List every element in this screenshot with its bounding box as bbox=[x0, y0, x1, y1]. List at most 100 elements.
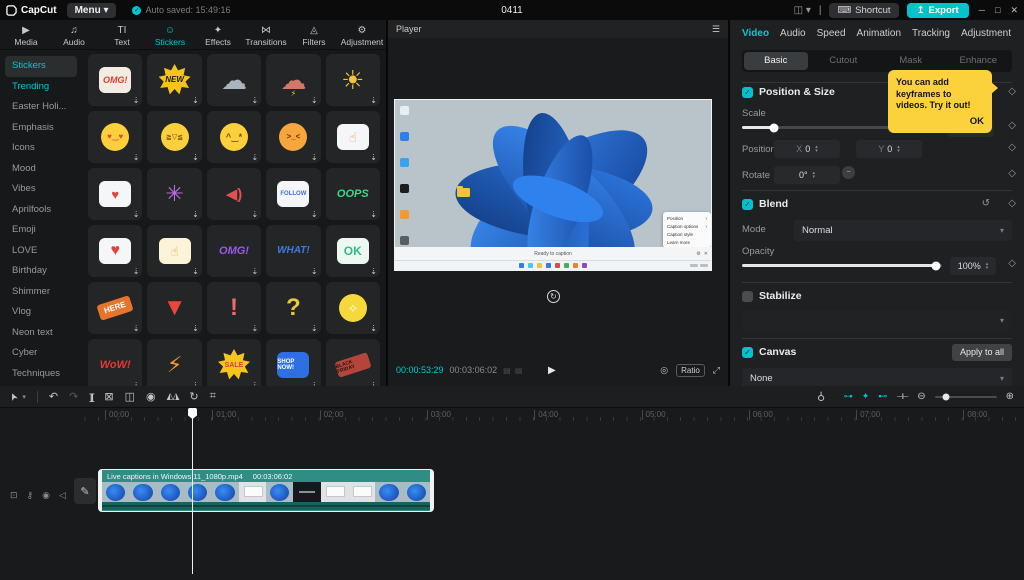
subtab-enhance[interactable]: Enhance bbox=[947, 52, 1011, 70]
inspector-tab-video[interactable]: Video bbox=[742, 28, 769, 39]
sticker-wow-text[interactable]: WoW!⇣ bbox=[88, 339, 142, 386]
cursor-dropdown-icon[interactable]: ▾ bbox=[22, 393, 26, 401]
sticker-megaphone[interactable]: ◀)⇣ bbox=[207, 168, 261, 220]
sticker-exclamation-mark[interactable]: !⇣ bbox=[207, 282, 261, 334]
download-icon[interactable]: ⇣ bbox=[251, 267, 258, 276]
sidebar-item-vibes[interactable]: Vibes bbox=[0, 179, 82, 200]
tab-stickers[interactable]: ☺Stickers bbox=[148, 23, 192, 49]
sticker-light-bulb[interactable]: ✧⇣ bbox=[326, 282, 380, 334]
sidebar-item-neon-text[interactable]: Neon text bbox=[0, 323, 82, 344]
sticker-omg-egg[interactable]: OMG!⇣ bbox=[88, 54, 142, 106]
download-icon[interactable]: ⇣ bbox=[192, 324, 199, 333]
select-cursor-icon[interactable]: ➤ bbox=[7, 390, 21, 402]
sticker-storm-cloud[interactable]: ☁⚡⇣ bbox=[266, 54, 320, 106]
blend-keyframe-icon[interactable]: ◇ bbox=[1008, 198, 1016, 209]
download-icon[interactable]: ⇣ bbox=[192, 210, 199, 219]
stabilize-dropdown[interactable]: ▾ bbox=[742, 310, 1012, 331]
opacity-keyframe-icon[interactable]: ◇ bbox=[1008, 258, 1016, 269]
download-icon[interactable]: ⇣ bbox=[251, 324, 258, 333]
sticker-omg-comic-text[interactable]: OMG!⇣ bbox=[207, 225, 261, 277]
sidebar-item-icons[interactable]: Icons bbox=[0, 138, 82, 159]
fit-zoom-icon[interactable]: ◎ bbox=[660, 365, 668, 376]
sticker-follow-window[interactable]: FOLLOW⇣ bbox=[266, 168, 320, 220]
keyframe-diamond-icon[interactable]: ◇ bbox=[1008, 86, 1016, 97]
sticker-question-mark[interactable]: ?⇣ bbox=[266, 282, 320, 334]
sidebar-item-mood[interactable]: Mood bbox=[0, 159, 82, 180]
position-size-checkbox[interactable]: ✓ bbox=[742, 87, 753, 98]
sticker-black-friday-tag[interactable]: BLACK FRIDAY⇣ bbox=[326, 339, 380, 386]
inspector-tab-tracking[interactable]: Tracking bbox=[912, 28, 950, 39]
layout-icon[interactable]: ◫ ▾ bbox=[794, 5, 811, 16]
download-icon[interactable]: ⇣ bbox=[133, 96, 140, 105]
link-clips-icon[interactable]: ⊷ bbox=[878, 391, 887, 402]
sticker-here-arrow[interactable]: HERE⇣ bbox=[88, 282, 142, 334]
stabilize-checkbox[interactable]: ✓ bbox=[742, 291, 753, 302]
download-icon[interactable]: ⇣ bbox=[251, 96, 258, 105]
sticker-tongue-out-emoji[interactable]: ^‿*⇣ bbox=[207, 111, 261, 163]
subtab-mask[interactable]: Mask bbox=[879, 52, 943, 70]
crop-icon[interactable]: ⌗ bbox=[210, 390, 216, 403]
download-icon[interactable]: ⇣ bbox=[370, 267, 377, 276]
tooltip-ok-button[interactable]: OK bbox=[896, 116, 984, 128]
zoom-in-icon[interactable]: ⊕ bbox=[1006, 391, 1014, 402]
tab-adjustment[interactable]: ⚙Adjustment bbox=[340, 23, 384, 49]
sticker-what-comic-text[interactable]: WHAT!⇣ bbox=[266, 225, 320, 277]
tab-media[interactable]: ▶Media bbox=[4, 23, 48, 49]
video-preview[interactable]: Position›Caption options›Caption styleLe… bbox=[394, 99, 712, 271]
sidebar-item-aprilfools[interactable]: Aprilfools bbox=[0, 200, 82, 221]
undo-icon[interactable]: ↶ bbox=[49, 390, 58, 403]
rotate-handle-icon[interactable]: ↻ bbox=[547, 290, 560, 303]
playhead[interactable] bbox=[192, 408, 193, 574]
blend-checkbox[interactable]: ✓ bbox=[742, 199, 753, 210]
rotate-keyframe-icon[interactable]: ◇ bbox=[1008, 168, 1016, 179]
tab-filters[interactable]: ◬Filters bbox=[292, 23, 336, 49]
hide-track-icon[interactable]: ◉ bbox=[42, 490, 50, 501]
player-menu-icon[interactable]: ☰ bbox=[712, 24, 720, 35]
download-icon[interactable]: ⇣ bbox=[311, 96, 318, 105]
sidebar-item-emphasis[interactable]: Emphasis bbox=[0, 118, 82, 139]
menu-button[interactable]: Menu ▾ bbox=[67, 3, 117, 18]
sidebar-item-vlog[interactable]: Vlog bbox=[0, 302, 82, 323]
mirror-icon[interactable]: ◭◮ bbox=[167, 391, 179, 402]
tab-text[interactable]: TIText bbox=[100, 23, 144, 49]
sidebar-item-birthday[interactable]: Birthday bbox=[0, 261, 82, 282]
adjust-layout-icon[interactable]: ⊣⊢ bbox=[896, 392, 908, 401]
opacity-slider[interactable] bbox=[742, 264, 942, 267]
blend-mode-dropdown[interactable]: Normal ▾ bbox=[794, 220, 1012, 241]
sticker-oops-text[interactable]: OOPS⇣ bbox=[326, 168, 380, 220]
main-track-toggle-icon[interactable]: ⊡ bbox=[10, 490, 18, 501]
sticker-heart-eyes-emoji[interactable]: ♥‿♥⇣ bbox=[88, 111, 142, 163]
duplicate-icon[interactable]: ◫ bbox=[125, 390, 135, 403]
split-icon[interactable]: ][ bbox=[89, 392, 93, 402]
blend-reset-icon[interactable]: ↺ bbox=[982, 198, 990, 209]
mute-track-icon[interactable]: ◁ bbox=[59, 490, 66, 501]
close-button[interactable]: ✕ bbox=[1010, 5, 1018, 16]
sticker-rain-cloud[interactable]: ☁⇣ bbox=[207, 54, 261, 106]
maximize-button[interactable]: □ bbox=[995, 5, 1000, 15]
frame-view-icons[interactable]: ▤ ▤ bbox=[503, 366, 523, 375]
inspector-tab-speed[interactable]: Speed bbox=[817, 28, 846, 39]
sticker-down-arrow[interactable]: ▼⇣ bbox=[147, 282, 201, 334]
video-clip[interactable]: Live captions in Windows 11_1080p.mp4 00… bbox=[98, 469, 434, 512]
rotate-dial-icon[interactable]: − bbox=[842, 166, 855, 179]
download-icon[interactable]: ⇣ bbox=[370, 210, 377, 219]
inspector-tab-animation[interactable]: Animation bbox=[857, 28, 901, 39]
sticker-party-popper[interactable]: ✳⇣ bbox=[147, 168, 201, 220]
record-voiceover-icon[interactable]: ⚲ bbox=[817, 390, 825, 403]
subtab-cutout[interactable]: Cutout bbox=[812, 52, 876, 70]
download-icon[interactable]: ⇣ bbox=[251, 153, 258, 162]
inspector-tab-adjustment[interactable]: Adjustment bbox=[961, 28, 1011, 39]
sidebar-item-trending[interactable]: Trending bbox=[0, 77, 82, 98]
fullscreen-icon[interactable]: ⤢ bbox=[713, 365, 720, 376]
sticker-nice-job-thumb[interactable]: ☝⇣ bbox=[147, 225, 201, 277]
redo-icon[interactable]: ↷ bbox=[69, 390, 78, 403]
delete-icon[interactable]: ⊠ bbox=[104, 390, 113, 403]
download-icon[interactable]: ⇣ bbox=[311, 324, 318, 333]
sidebar-item-emoji[interactable]: Emoji bbox=[0, 220, 82, 241]
auto-preview-icon[interactable]: ✦ bbox=[862, 391, 870, 402]
download-icon[interactable]: ⇣ bbox=[192, 267, 199, 276]
download-icon[interactable]: ⇣ bbox=[192, 153, 199, 162]
sticker-sun-smile[interactable]: ☀⇣ bbox=[326, 54, 380, 106]
position-y-field[interactable]: Y 0 ▴▾ bbox=[856, 140, 922, 158]
download-icon[interactable]: ⇣ bbox=[370, 96, 377, 105]
